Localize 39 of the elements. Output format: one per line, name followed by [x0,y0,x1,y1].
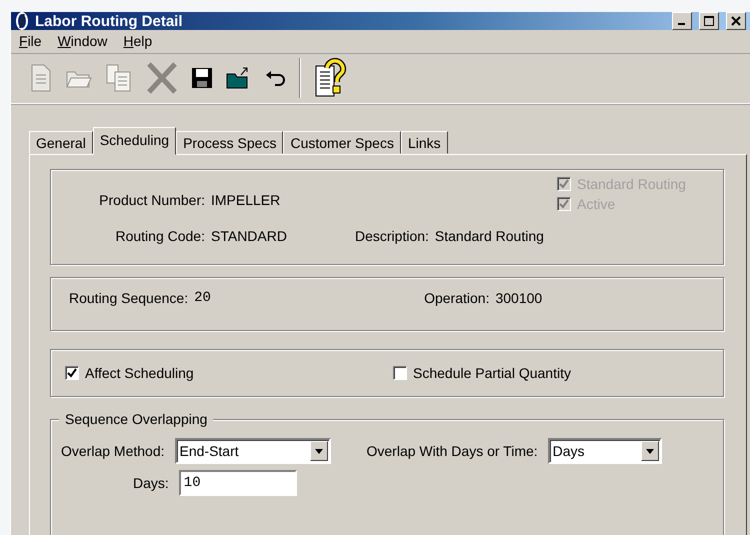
maximize-button[interactable] [699,12,719,30]
field-label: Routing Sequence: [69,290,190,306]
checkbox[interactable]: Schedule Partial Quantity [393,365,721,381]
field-label: Overlap With Days or Time: [366,443,539,459]
close-button[interactable] [726,12,746,30]
field-label: Overlap Method: [61,443,166,459]
field-label: Description: [355,228,430,244]
field-label: Days: [133,475,170,491]
save-icon[interactable] [191,66,213,88]
field-value: IMPELLER [211,192,282,208]
dropdown[interactable]: End-Start [174,438,330,464]
tab[interactable]: Process Specs [176,131,284,154]
menu-item[interactable]: File [19,33,42,49]
field-label: Product Number: [99,192,206,208]
tab[interactable]: Scheduling [92,127,176,155]
group-title: Sequence Overlapping [59,411,214,427]
undo-icon[interactable] [265,68,287,86]
dropdown-arrow-icon [646,448,654,454]
field-value: 300100 [495,290,542,306]
close-icon [731,16,741,26]
field-label: Routing Code: [115,228,206,244]
field-value: Standard Routing [434,228,544,244]
menu-item[interactable]: Help [123,33,152,49]
field-value: 20 [194,290,212,306]
help-icon[interactable] [313,58,349,98]
dropdown[interactable]: Days [548,438,662,464]
dropdown-arrow-icon [314,448,322,454]
window-title: Labor Routing Detail [35,12,184,30]
checkbox[interactable]: Affect Scheduling [65,365,393,381]
checkmark-icon [67,368,77,378]
field-value: STANDARD [211,228,288,244]
minimize-button[interactable] [672,12,692,30]
tab[interactable]: General [29,131,93,154]
tab[interactable]: Links [400,131,448,154]
maximize-icon [704,16,714,26]
menu-item[interactable]: Window [58,33,108,49]
tab[interactable]: Customer Specs [283,131,401,154]
field-label: Operation: [424,290,490,306]
days-field[interactable]: 10 [178,470,297,496]
